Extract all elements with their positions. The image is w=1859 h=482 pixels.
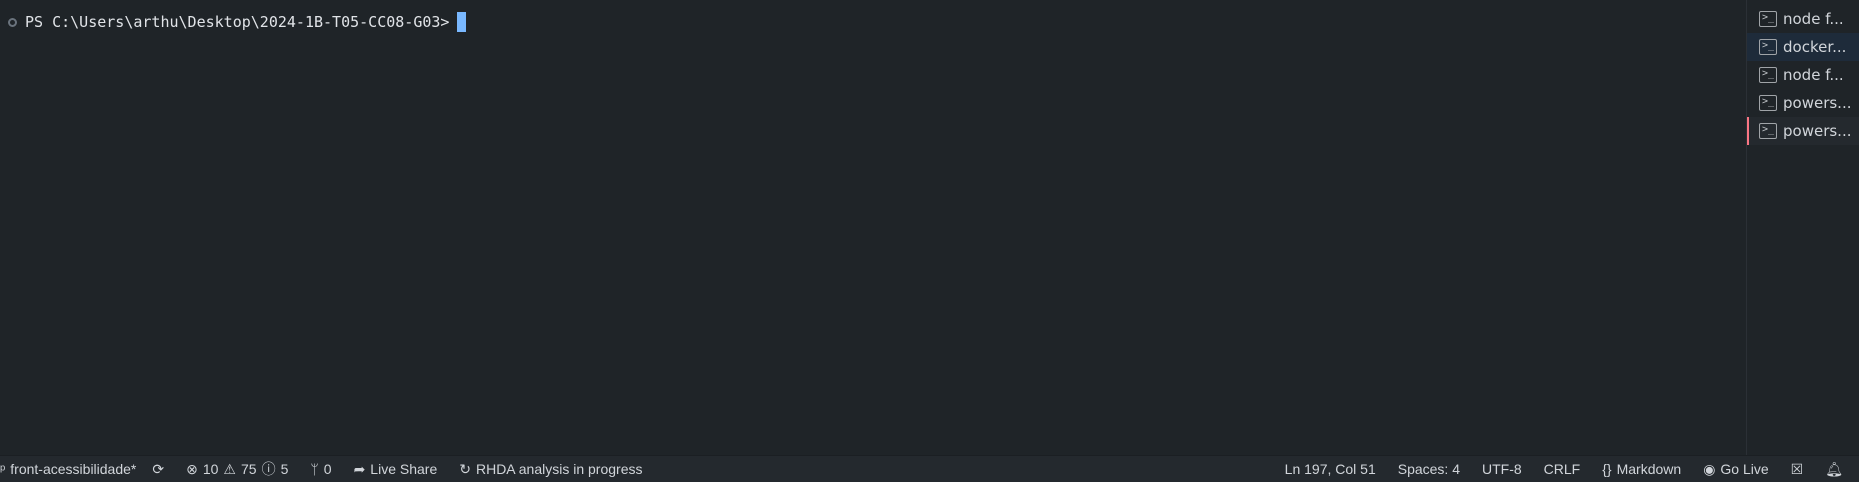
live-share-icon: ➦	[353, 460, 366, 477]
terminal-cursor	[457, 12, 467, 32]
tab-label: node f...	[1783, 66, 1844, 84]
tab-label: docker...	[1783, 38, 1847, 56]
terminal-icon: >_	[1759, 39, 1777, 55]
terminal-line: PS C:\Users\arthu\Desktop\2024-1B-T05-CC…	[8, 12, 467, 32]
info-icon: ⓘ	[261, 461, 276, 477]
tab-label: powers...	[1783, 122, 1852, 140]
git-branch-icon: ᵖ	[0, 461, 6, 477]
broadcast-icon: ◉	[1703, 460, 1716, 477]
terminal-icon: >_	[1759, 95, 1777, 111]
ports-count: 0	[323, 461, 332, 477]
terminal-tabs-list: >_ node f... >_ docker... >_ node f... >_ po…	[1746, 0, 1859, 455]
language-mode[interactable]: {} Markdown	[1588, 461, 1689, 477]
go-live-button[interactable]: ◉ Go Live	[1689, 461, 1776, 478]
eol-label: CRLF	[1543, 461, 1581, 477]
terminal-prompt: PS C:\Users\arthu\Desktop\2024-1B-T05-CC…	[25, 13, 450, 31]
braces-icon: {}	[1602, 461, 1612, 477]
spaces-label: Spaces: 4	[1397, 461, 1460, 477]
bell-icon: 🔔︎	[1825, 460, 1843, 477]
info-count: 5	[280, 461, 289, 477]
status-bar: ᵖ front-acessibilidade* ⟳ ⊗ 10 ⚠ 75 ⓘ 5 ᛘ0 ➦…	[0, 455, 1859, 482]
indentation[interactable]: Spaces: 4	[1384, 461, 1468, 477]
tab-label: node f...	[1783, 10, 1844, 28]
cursor-position[interactable]: Ln 197, Col 51	[1277, 461, 1384, 477]
warning-icon: ⚠	[223, 460, 236, 477]
end-of-line[interactable]: CRLF	[1530, 461, 1589, 477]
terminal-tab[interactable]: >_ node f...	[1747, 5, 1859, 33]
notifications-button[interactable]: 🔔︎	[1811, 461, 1859, 478]
sync-button[interactable]: ⟳	[144, 461, 172, 478]
branch-item[interactable]: ᵖ front-acessibilidade*	[0, 461, 144, 477]
terminal-icon: >_	[1759, 11, 1777, 27]
go-live-label: Go Live	[1720, 461, 1769, 477]
terminal-tab[interactable]: >_ docker...	[1747, 33, 1859, 61]
terminal-panel[interactable]: PS C:\Users\arthu\Desktop\2024-1B-T05-CC…	[0, 0, 1746, 455]
encoding-label: UTF-8	[1482, 461, 1522, 477]
encoding[interactable]: UTF-8	[1468, 461, 1530, 477]
rhda-label: RHDA analysis in progress	[475, 461, 643, 477]
terminal-icon: >_	[1759, 123, 1777, 139]
problems-item[interactable]: ⊗ 10 ⚠ 75 ⓘ 5	[172, 459, 296, 479]
branch-name: front-acessibilidade*	[10, 461, 137, 477]
copilot-icon: ☒	[1790, 460, 1804, 477]
terminal-tab-active[interactable]: >_ powers...	[1747, 117, 1859, 145]
tab-label: powers...	[1783, 94, 1852, 112]
terminal-tab[interactable]: >_ powers...	[1747, 89, 1859, 117]
terminal-icon: >_	[1759, 67, 1777, 83]
copilot-button[interactable]: ☒	[1777, 461, 1812, 478]
command-decoration-icon[interactable]	[8, 17, 17, 27]
ports-item[interactable]: ᛘ0	[296, 461, 339, 477]
error-count: 10	[202, 461, 219, 477]
position-label: Ln 197, Col 51	[1284, 461, 1376, 477]
error-icon: ⊗	[186, 460, 198, 477]
language-label: Markdown	[1616, 461, 1682, 477]
terminal-tab[interactable]: >_ node f...	[1747, 61, 1859, 89]
live-share-button[interactable]: ➦ Live Share	[340, 461, 446, 478]
radio-tower-icon: ᛘ	[310, 461, 319, 477]
live-share-label: Live Share	[370, 461, 438, 477]
sync-spin-icon: ↻	[459, 460, 471, 477]
warning-count: 75	[240, 461, 257, 477]
rhda-status[interactable]: ↻ RHDA analysis in progress	[445, 461, 650, 478]
sync-icon: ⟳	[152, 460, 165, 477]
